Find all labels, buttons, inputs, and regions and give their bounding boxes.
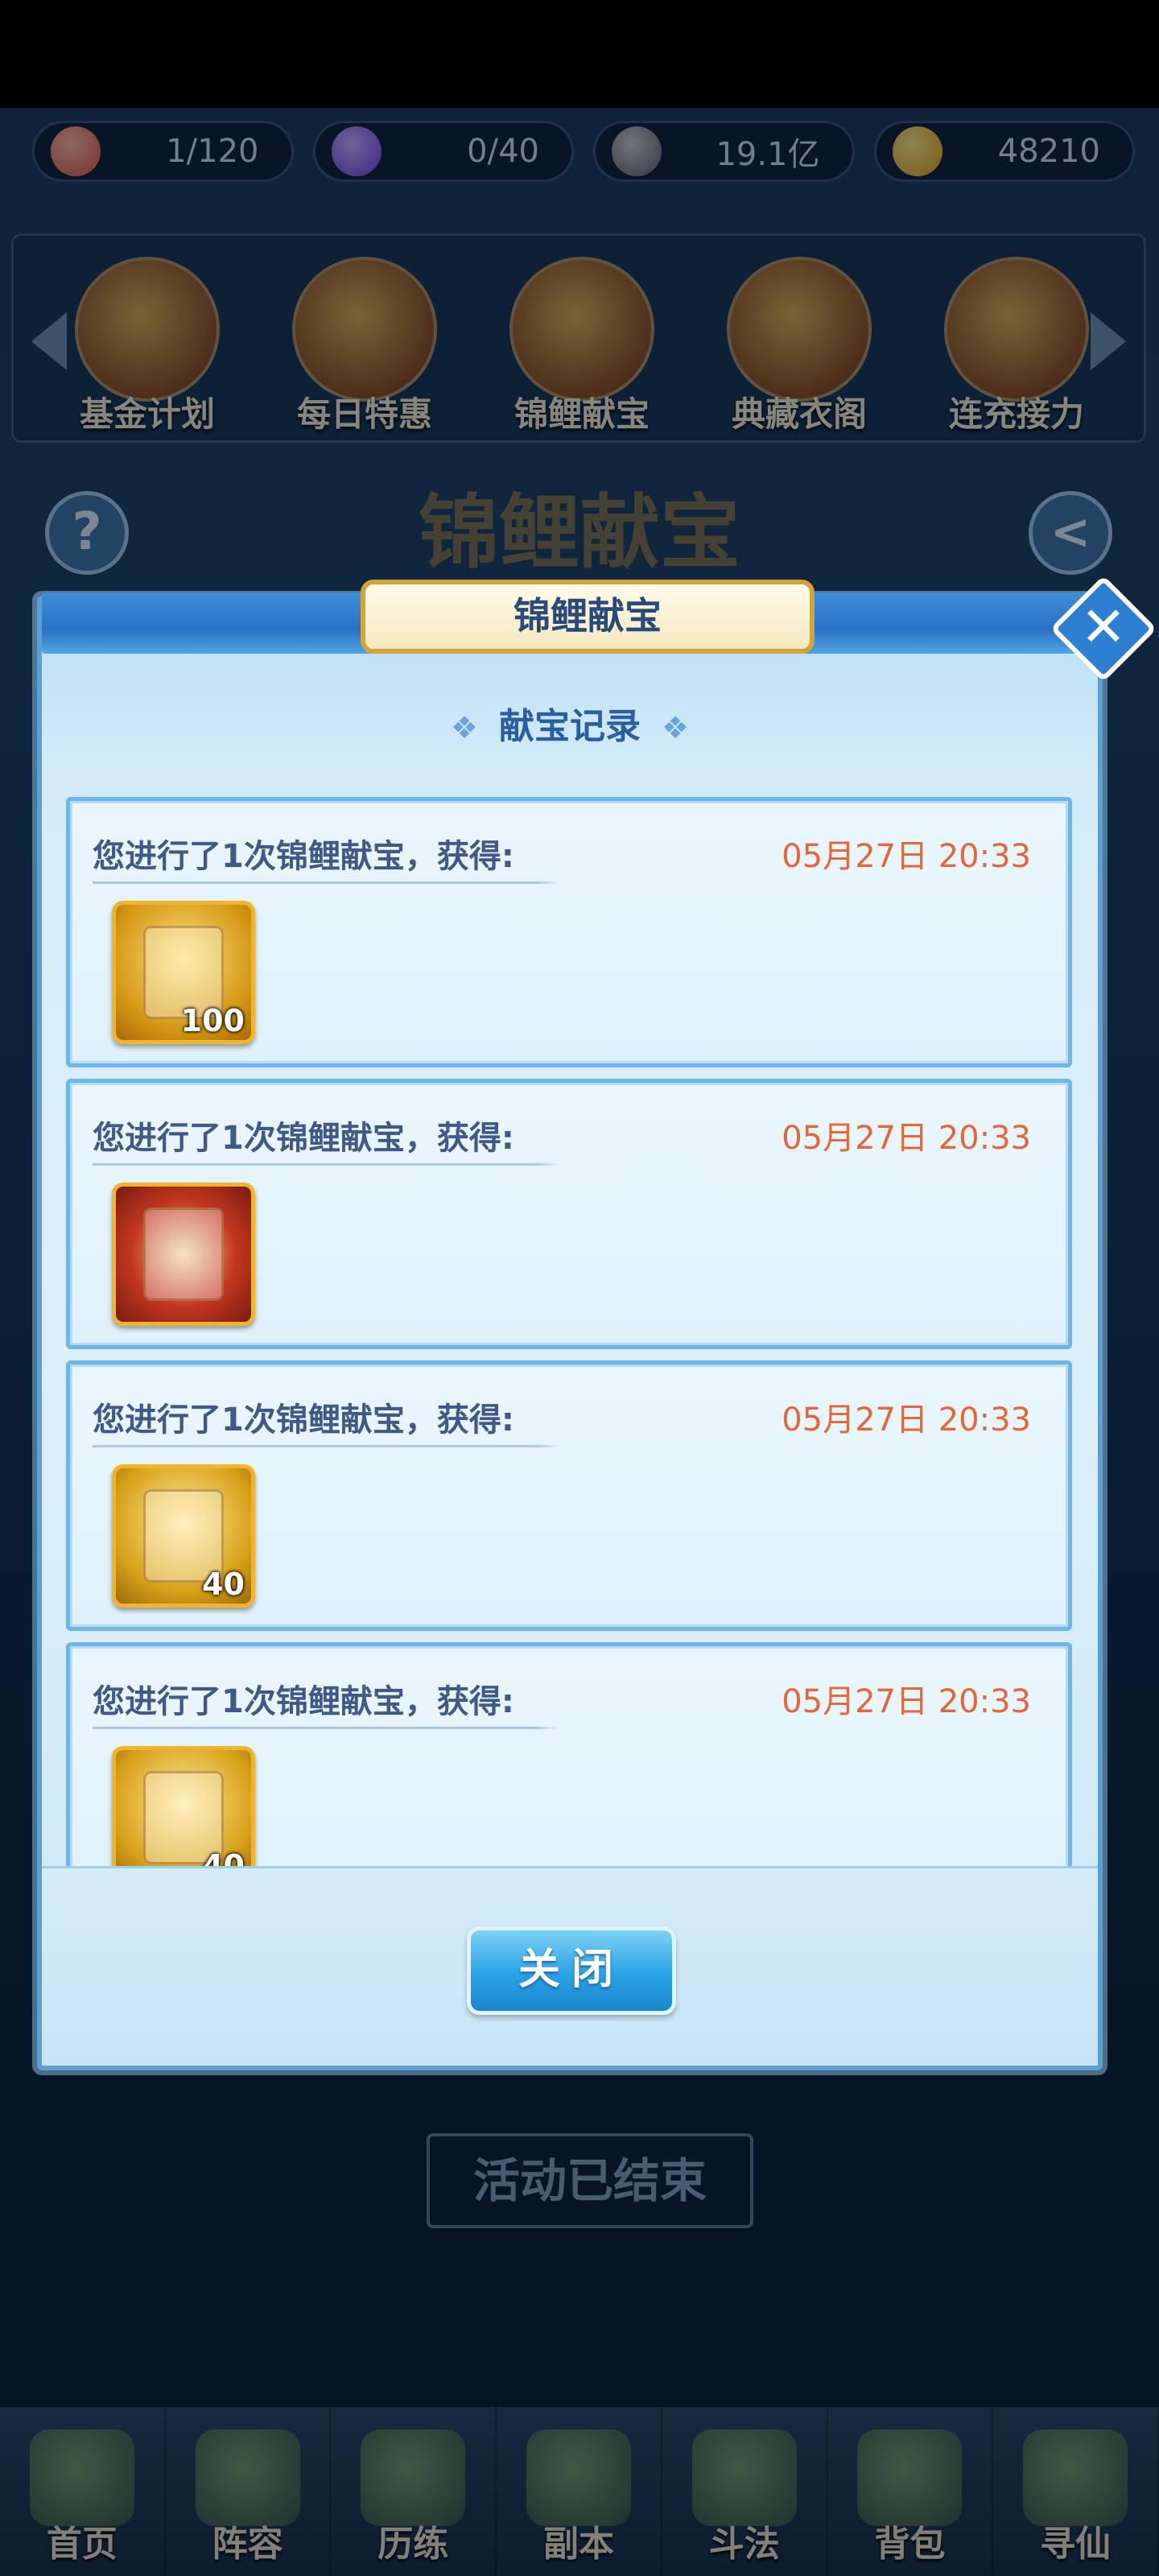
section-heading: ❖ 献宝记录 ❖ — [42, 697, 1098, 749]
status-bar — [0, 0, 1159, 108]
close-glyph: ✕ — [1080, 596, 1127, 659]
record-time: 05月27日 20:33 — [782, 1683, 1031, 1720]
modal-footer: 关闭 — [42, 1866, 1098, 2066]
record-time: 05月27日 20:33 — [782, 1120, 1031, 1157]
record-item: 您进行了1次锦鲤献宝，获得: 05月27日 20:33 40 — [66, 1642, 1072, 1866]
record-item: 您进行了1次锦鲤献宝，获得: 05月27日 20:33 40 — [66, 1360, 1072, 1631]
diamond-icon: ❖ — [662, 710, 690, 745]
record-time: 05月27日 20:33 — [782, 838, 1031, 875]
record-item: 您进行了1次锦鲤献宝，获得: 05月27日 20:33 100 — [66, 797, 1072, 1067]
divider — [93, 1727, 559, 1729]
divider — [93, 881, 559, 884]
hero-card-item-icon[interactable]: 100 — [112, 901, 255, 1044]
record-time: 05月27日 20:33 — [782, 1402, 1031, 1439]
record-text: 您进行了1次锦鲤献宝，获得: — [93, 838, 514, 875]
record-text: 您进行了1次锦鲤献宝，获得: — [93, 1683, 514, 1720]
golden-box-item-icon[interactable]: 40 — [112, 1746, 255, 1866]
section-title: 献宝记录 — [499, 706, 641, 747]
treasure-record-modal: 锦鲤献宝 ✕ ❖ 献宝记录 ❖ 您进行了1次锦鲤献宝，获得: 05月27日 20:3… — [37, 575, 1157, 2070]
close-button[interactable]: 关闭 — [467, 1926, 676, 2015]
modal-title: 锦鲤献宝 — [361, 580, 815, 654]
divider — [93, 1445, 559, 1447]
record-text: 您进行了1次锦鲤献宝，获得: — [93, 1402, 514, 1439]
item-count: 40 — [202, 1848, 245, 1866]
diamond-icon: ❖ — [450, 710, 478, 745]
treasure-chest-item-icon[interactable] — [112, 1183, 255, 1326]
record-item: 您进行了1次锦鲤献宝，获得: 05月27日 20:33 — [66, 1079, 1072, 1349]
record-text: 您进行了1次锦鲤献宝，获得: — [93, 1120, 514, 1157]
record-list[interactable]: 您进行了1次锦鲤献宝，获得: 05月27日 20:33 100 您进行了1次锦鲤… — [66, 797, 1072, 1866]
golden-box-item-icon[interactable]: 40 — [112, 1464, 255, 1608]
divider — [93, 1163, 559, 1166]
item-count: 40 — [202, 1567, 245, 1602]
item-portrait — [143, 1208, 224, 1301]
item-count: 100 — [180, 1003, 245, 1038]
